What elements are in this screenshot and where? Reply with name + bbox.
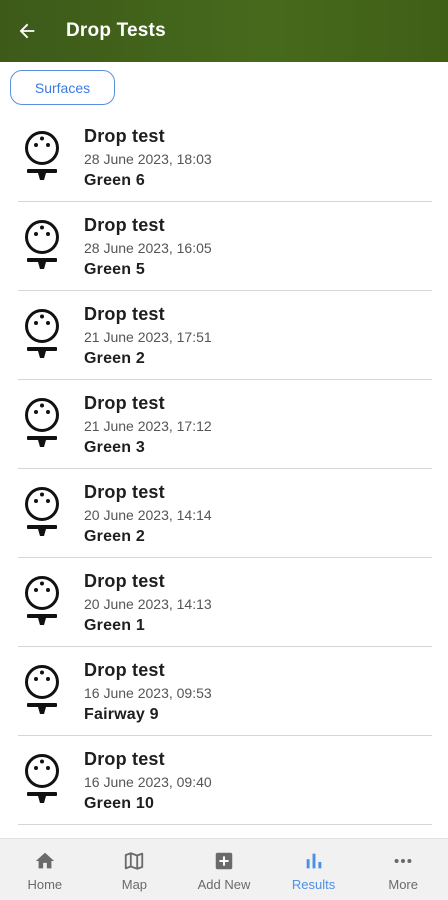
item-date: 21 June 2023, 17:12 (84, 418, 212, 434)
nav-results-label: Results (291, 876, 336, 892)
item-date: 16 June 2023, 09:40 (84, 774, 212, 790)
golf-ball-on-tee-icon (25, 754, 59, 803)
item-surface: Green 3 (84, 439, 145, 456)
list-item[interactable]: Drop test 28 June 2023, 16:05 Green 5 (18, 202, 432, 291)
item-date: 20 June 2023, 14:14 (84, 507, 212, 523)
bar-chart-icon (306, 853, 321, 868)
nav-more[interactable]: More (358, 839, 448, 900)
nav-home[interactable]: Home (0, 839, 90, 900)
list-item[interactable]: Drop test 16 June 2023, 09:40 Green 10 (18, 736, 432, 825)
item-surface: Green 10 (84, 795, 155, 812)
item-title: Drop test (84, 571, 165, 591)
item-title: Drop test (84, 749, 165, 769)
list-item[interactable]: Drop test 28 June 2023, 18:03 Green 6 (18, 113, 432, 202)
nav-results[interactable]: Results (269, 839, 359, 900)
item-surface: Green 5 (84, 261, 145, 278)
item-date: 28 June 2023, 16:05 (84, 240, 212, 256)
nav-map-label: Map (121, 876, 148, 892)
list-item[interactable]: Drop test 16 June 2023, 09:53 Fairway 9 (18, 647, 432, 736)
nav-home-label: Home (27, 876, 63, 892)
more-horizontal-icon (394, 858, 412, 863)
item-surface: Fairway 9 (84, 706, 159, 723)
golf-ball-on-tee-icon (25, 131, 59, 180)
item-date: 21 June 2023, 17:51 (84, 329, 212, 345)
nav-more-label: More (388, 876, 418, 892)
surfaces-filter-chip[interactable]: Surfaces (10, 70, 115, 105)
list-item[interactable]: Drop test 20 June 2023, 14:13 Green 1 (18, 558, 432, 647)
bottom-navigation: Home Map Add New Results More (0, 838, 448, 900)
page-title: Drop Tests (66, 20, 166, 41)
item-surface: Green 6 (84, 172, 145, 189)
golf-ball-on-tee-icon (25, 576, 59, 625)
item-surface: Green 2 (84, 350, 145, 367)
item-date: 16 June 2023, 09:53 (84, 685, 212, 701)
add-box-icon (215, 852, 233, 869)
arrow-left-icon (19, 23, 35, 39)
list-item[interactable]: Drop test 21 June 2023, 17:12 Green 3 (18, 380, 432, 469)
golf-ball-on-tee-icon (25, 398, 59, 447)
home-icon (35, 852, 54, 868)
golf-ball-on-tee-icon (25, 309, 59, 358)
item-date: 20 June 2023, 14:13 (84, 596, 212, 612)
item-title: Drop test (84, 304, 165, 324)
item-title: Drop test (84, 126, 165, 146)
golf-ball-on-tee-icon (25, 665, 59, 714)
item-title: Drop test (84, 482, 165, 502)
drop-test-list: Drop test 28 June 2023, 18:03 Green 6 Dr… (18, 113, 432, 825)
app-bar: Drop Tests (0, 0, 448, 62)
item-title: Drop test (84, 393, 165, 413)
item-title: Drop test (84, 215, 165, 235)
filter-row: Surfaces (10, 70, 115, 105)
item-title: Drop test (84, 660, 165, 680)
nav-add-new-label: Add New (197, 876, 251, 892)
list-item[interactable]: Drop test 20 June 2023, 14:14 Green 2 (18, 469, 432, 558)
item-surface: Green 1 (84, 617, 145, 634)
back-button[interactable] (0, 0, 54, 62)
item-surface: Green 2 (84, 528, 145, 545)
golf-ball-on-tee-icon (25, 220, 59, 269)
golf-ball-on-tee-icon (25, 487, 59, 536)
map-icon (125, 851, 144, 870)
list-item[interactable]: Drop test 21 June 2023, 17:51 Green 2 (18, 291, 432, 380)
nav-map[interactable]: Map (90, 839, 180, 900)
nav-add-new[interactable]: Add New (179, 839, 269, 900)
item-date: 28 June 2023, 18:03 (84, 151, 212, 167)
